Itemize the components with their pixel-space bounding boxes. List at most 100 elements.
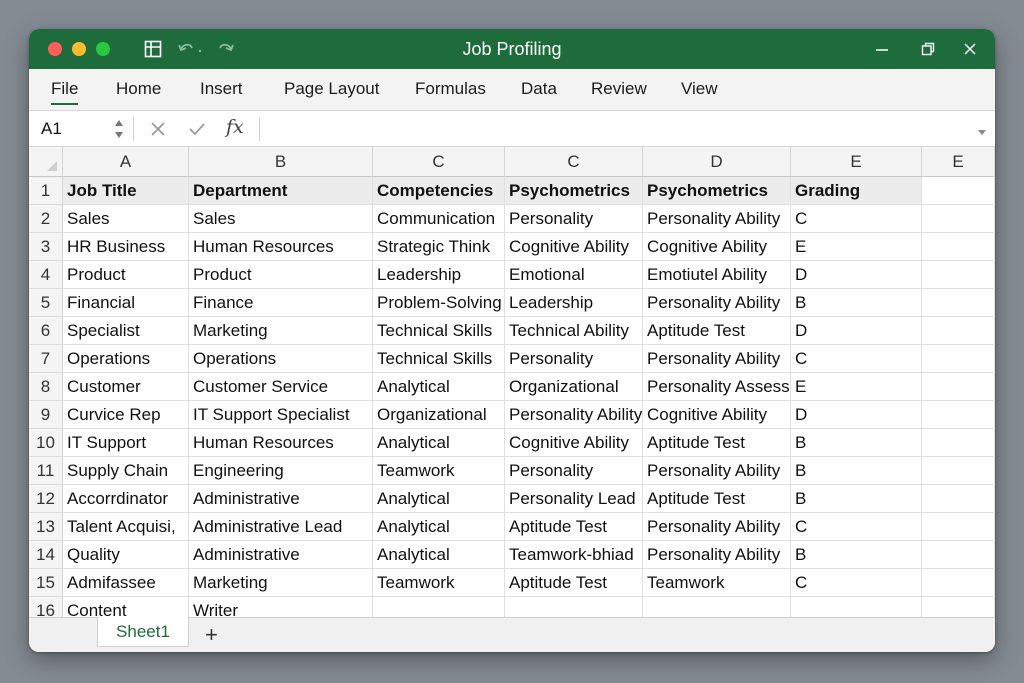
table-cell[interactable] <box>922 513 995 541</box>
table-cell[interactable]: Aptitude Test <box>505 513 643 541</box>
table-cell[interactable]: Personality Ability <box>505 401 643 429</box>
table-cell[interactable]: Personality Ability <box>643 457 791 485</box>
table-cell[interactable]: Talent Acquisi, <box>63 513 189 541</box>
tab-insert[interactable]: Insert <box>200 79 243 99</box>
table-cell[interactable]: Engineering <box>189 457 373 485</box>
table-cell[interactable] <box>922 569 995 597</box>
column-header[interactable]: A <box>63 147 189 177</box>
row-header[interactable]: 9 <box>29 401 63 429</box>
table-cell[interactable]: C <box>791 513 922 541</box>
column-header[interactable]: D <box>643 147 791 177</box>
table-cell[interactable]: Finance <box>189 289 373 317</box>
table-cell[interactable]: C <box>791 345 922 373</box>
table-cell[interactable]: Administrative <box>189 541 373 569</box>
table-cell[interactable]: Cognitive Ability <box>643 233 791 261</box>
row-header[interactable]: 14 <box>29 541 63 569</box>
restore-icon[interactable] <box>917 37 939 61</box>
tab-data[interactable]: Data <box>521 79 557 99</box>
row-header[interactable]: 7 <box>29 345 63 373</box>
row-header[interactable]: 1 <box>29 177 63 205</box>
table-cell[interactable]: Customer <box>63 373 189 401</box>
table-cell[interactable] <box>922 205 995 233</box>
header-cell[interactable]: Job Title <box>63 177 189 205</box>
table-cell[interactable]: Personality Ability <box>643 541 791 569</box>
row-header[interactable]: 3 <box>29 233 63 261</box>
header-cell[interactable]: Grading <box>791 177 922 205</box>
table-cell[interactable]: IT Support Specialist <box>189 401 373 429</box>
add-sheet-button[interactable]: + <box>205 622 218 648</box>
table-cell[interactable]: Emotional <box>505 261 643 289</box>
table-cell[interactable]: Marketing <box>189 317 373 345</box>
table-cell[interactable]: Problem-Solving <box>373 289 505 317</box>
table-cell[interactable]: Personality Ability <box>643 513 791 541</box>
table-cell[interactable]: D <box>791 317 922 345</box>
name-box[interactable]: A1 <box>41 119 62 139</box>
table-cell[interactable]: Teamwork <box>643 569 791 597</box>
header-cell[interactable]: Psychometrics <box>643 177 791 205</box>
table-cell[interactable]: Leadership <box>505 289 643 317</box>
table-cell[interactable]: C <box>791 205 922 233</box>
table-cell[interactable]: Human Resources <box>189 233 373 261</box>
table-cell[interactable] <box>922 317 995 345</box>
table-cell[interactable]: D <box>791 401 922 429</box>
table-cell[interactable] <box>922 373 995 401</box>
table-cell[interactable]: Teamwork <box>373 457 505 485</box>
sheet-tab-sheet1[interactable]: Sheet1 <box>97 617 189 647</box>
table-cell[interactable]: Organizational <box>373 401 505 429</box>
table-cell[interactable]: Specialist <box>63 317 189 345</box>
enter-check-icon[interactable] <box>187 120 207 143</box>
table-cell[interactable]: Personality <box>505 345 643 373</box>
table-cell[interactable]: Teamwork-bhiad <box>505 541 643 569</box>
table-cell[interactable]: Marketing <box>189 569 373 597</box>
insert-function-icon[interactable]: fx <box>226 116 244 138</box>
table-cell[interactable]: Personality Assess <box>643 373 791 401</box>
expand-formula-bar-icon[interactable] <box>977 124 987 142</box>
table-cell[interactable] <box>922 261 995 289</box>
table-cell[interactable] <box>922 541 995 569</box>
tab-view[interactable]: View <box>681 79 718 99</box>
select-all-corner[interactable] <box>29 147 63 177</box>
row-header[interactable]: 6 <box>29 317 63 345</box>
table-cell[interactable]: Analytical <box>373 513 505 541</box>
table-cell[interactable]: Administrative <box>189 485 373 513</box>
table-cell[interactable]: Customer Service <box>189 373 373 401</box>
table-cell[interactable] <box>922 289 995 317</box>
table-cell[interactable]: Organizational <box>505 373 643 401</box>
table-cell[interactable]: C <box>791 569 922 597</box>
table-cell[interactable]: Sales <box>189 205 373 233</box>
tab-page-layout[interactable]: Page Layout <box>284 79 379 99</box>
column-header[interactable]: B <box>189 147 373 177</box>
table-cell[interactable]: Personality <box>505 457 643 485</box>
tab-home[interactable]: Home <box>116 79 161 99</box>
table-cell[interactable]: B <box>791 457 922 485</box>
row-header[interactable]: 10 <box>29 429 63 457</box>
table-cell[interactable]: Administrative Lead <box>189 513 373 541</box>
table-cell[interactable]: Technical Skills <box>373 317 505 345</box>
column-header[interactable]: E <box>922 147 995 177</box>
table-cell[interactable]: Strategic Think <box>373 233 505 261</box>
table-cell[interactable]: B <box>791 289 922 317</box>
table-cell[interactable]: Cognitive Ability <box>505 429 643 457</box>
table-cell[interactable]: Operations <box>63 345 189 373</box>
table-cell[interactable] <box>922 401 995 429</box>
column-header[interactable]: E <box>791 147 922 177</box>
table-cell[interactable]: Admifassee <box>63 569 189 597</box>
table-cell[interactable]: Financial <box>63 289 189 317</box>
table-cell[interactable]: E <box>791 233 922 261</box>
row-header[interactable]: 5 <box>29 289 63 317</box>
column-header[interactable]: C <box>505 147 643 177</box>
table-cell[interactable]: B <box>791 485 922 513</box>
table-cell[interactable]: HR Business <box>63 233 189 261</box>
table-cell[interactable]: Technical Skills <box>373 345 505 373</box>
table-cell[interactable]: Analytical <box>373 373 505 401</box>
row-header[interactable]: 13 <box>29 513 63 541</box>
table-cell[interactable]: Accorrdinator <box>63 485 189 513</box>
table-cell[interactable]: Aptitude Test <box>643 485 791 513</box>
header-cell[interactable]: Psychometrics <box>505 177 643 205</box>
table-cell[interactable]: Aptitude Test <box>643 429 791 457</box>
minimize-icon[interactable] <box>871 37 893 61</box>
header-cell[interactable]: Department <box>189 177 373 205</box>
table-cell[interactable]: B <box>791 429 922 457</box>
table-cell[interactable]: Personality Ability <box>643 205 791 233</box>
table-cell[interactable]: IT Support <box>63 429 189 457</box>
